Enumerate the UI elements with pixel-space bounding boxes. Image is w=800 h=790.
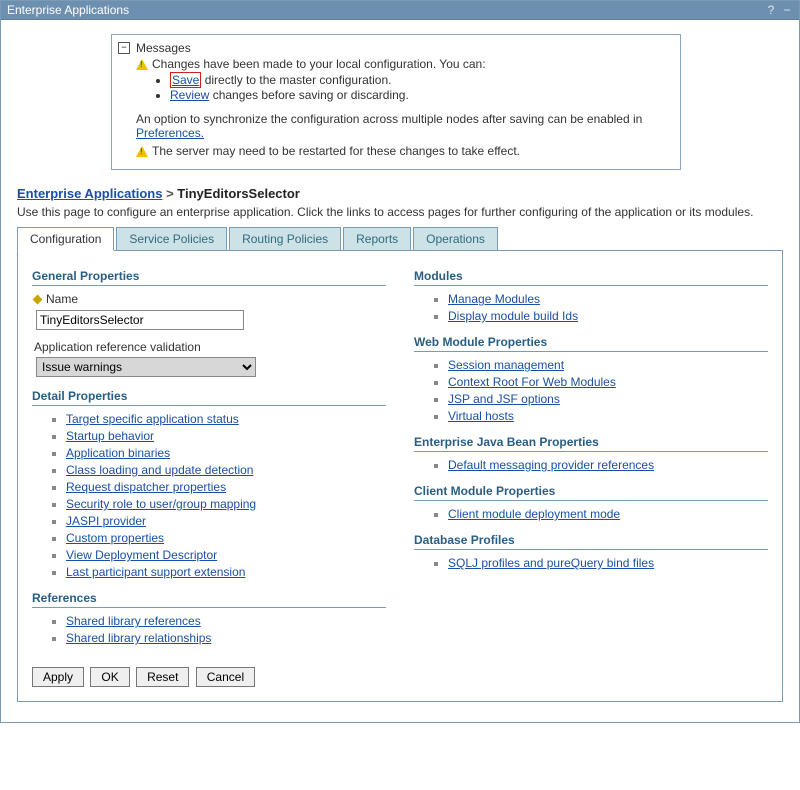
section-client-module-properties: Client Module Properties (414, 484, 768, 501)
client-link[interactable]: Client module deployment mode (448, 507, 620, 521)
breadcrumb: Enterprise Applications > TinyEditorsSel… (17, 186, 783, 201)
references-link[interactable]: Shared library relationships (66, 631, 211, 645)
help-icon[interactable]: ? (765, 4, 777, 16)
section-references: References (32, 591, 386, 608)
references-link[interactable]: Shared library references (66, 614, 201, 628)
preferences-link[interactable]: Preferences. (136, 126, 204, 140)
warning-icon (136, 59, 148, 70)
detail-link[interactable]: JASPI provider (66, 514, 146, 528)
reset-button[interactable]: Reset (136, 667, 189, 687)
detail-link[interactable]: Application binaries (66, 446, 170, 460)
panel: Enterprise Applications ? − − Messages C… (0, 0, 800, 723)
db-list: SQLJ profiles and pureQuery bind files (448, 556, 768, 570)
db-link[interactable]: SQLJ profiles and pureQuery bind files (448, 556, 654, 570)
titlebar-title: Enterprise Applications (7, 3, 129, 17)
apply-button[interactable]: Apply (32, 667, 84, 687)
ejb-link[interactable]: Default messaging provider references (448, 458, 654, 472)
left-column: General Properties Name Application refe… (32, 269, 386, 649)
detail-link[interactable]: Security role to user/group mapping (66, 497, 256, 511)
warning-icon (136, 146, 148, 157)
webmod-link[interactable]: Virtual hosts (448, 409, 514, 423)
ejb-list: Default messaging provider references (448, 458, 768, 472)
detail-link[interactable]: Custom properties (66, 531, 164, 545)
modules-link[interactable]: Manage Modules (448, 292, 540, 306)
detail-link[interactable]: Target specific application status (66, 412, 239, 426)
references-list: Shared library references Shared library… (66, 614, 386, 645)
message-bullet: Save directly to the master configuratio… (170, 73, 670, 87)
tab-reports[interactable]: Reports (343, 227, 411, 251)
webmod-link[interactable]: Context Root For Web Modules (448, 375, 616, 389)
detail-link[interactable]: Startup behavior (66, 429, 154, 443)
client-list: Client module deployment mode (448, 507, 768, 521)
detail-link[interactable]: Class loading and update detection (66, 463, 253, 477)
section-database-profiles: Database Profiles (414, 533, 768, 550)
review-link[interactable]: Review (170, 88, 209, 102)
ok-button[interactable]: OK (90, 667, 129, 687)
validation-field-row: Application reference validation Issue w… (34, 340, 386, 377)
breadcrumb-current: TinyEditorsSelector (177, 186, 300, 201)
button-row: Apply OK Reset Cancel (32, 667, 768, 687)
breadcrumb-separator: > (166, 186, 177, 201)
cancel-button[interactable]: Cancel (196, 667, 255, 687)
panel-body: − Messages Changes have been made to you… (1, 20, 799, 722)
name-input[interactable] (36, 310, 244, 330)
messages-heading: Messages (136, 41, 191, 55)
detail-link[interactable]: Request dispatcher properties (66, 480, 226, 494)
tab-configuration[interactable]: Configuration (17, 227, 114, 251)
section-general-properties: General Properties (32, 269, 386, 286)
modules-list: Manage Modules Display module build Ids (448, 292, 768, 323)
section-ejb-properties: Enterprise Java Bean Properties (414, 435, 768, 452)
modules-link[interactable]: Display module build Ids (448, 309, 578, 323)
messages-header: − Messages (118, 41, 670, 55)
detail-properties-list: Target specific application status Start… (66, 412, 386, 579)
webmod-link[interactable]: JSP and JSF options (448, 392, 560, 406)
page-description: Use this page to configure an enterprise… (17, 205, 783, 219)
section-modules: Modules (414, 269, 768, 286)
minimize-icon[interactable]: − (781, 4, 793, 16)
message-line: Changes have been made to your local con… (136, 57, 670, 71)
tab-routing-policies[interactable]: Routing Policies (229, 227, 341, 251)
right-column: Modules Manage Modules Display module bu… (414, 269, 768, 649)
webmod-link[interactable]: Session management (448, 358, 564, 372)
tab-service-policies[interactable]: Service Policies (116, 227, 227, 251)
message-line: An option to synchronize the configurati… (136, 112, 670, 140)
tab-body: General Properties Name Application refe… (17, 250, 783, 702)
detail-link[interactable]: View Deployment Descriptor (66, 548, 217, 562)
tab-operations[interactable]: Operations (413, 227, 498, 251)
validation-label: Application reference validation (34, 340, 201, 354)
tabs-row: Configuration Service Policies Routing P… (17, 227, 783, 251)
message-bullet: Review changes before saving or discardi… (170, 88, 670, 102)
titlebar: Enterprise Applications ? − (1, 1, 799, 20)
section-web-module-properties: Web Module Properties (414, 335, 768, 352)
section-detail-properties: Detail Properties (32, 389, 386, 406)
required-icon (33, 295, 43, 305)
name-field-row: Name (34, 292, 386, 336)
breadcrumb-parent[interactable]: Enterprise Applications (17, 186, 162, 201)
save-link[interactable]: Save (170, 72, 201, 88)
messages-box: − Messages Changes have been made to you… (111, 34, 681, 170)
message-line: The server may need to be restarted for … (136, 144, 670, 158)
webmod-list: Session management Context Root For Web … (448, 358, 768, 423)
validation-select[interactable]: Issue warnings (36, 357, 256, 377)
detail-link[interactable]: Last participant support extension (66, 565, 245, 579)
name-label: Name (46, 292, 78, 306)
collapse-icon[interactable]: − (118, 42, 130, 54)
